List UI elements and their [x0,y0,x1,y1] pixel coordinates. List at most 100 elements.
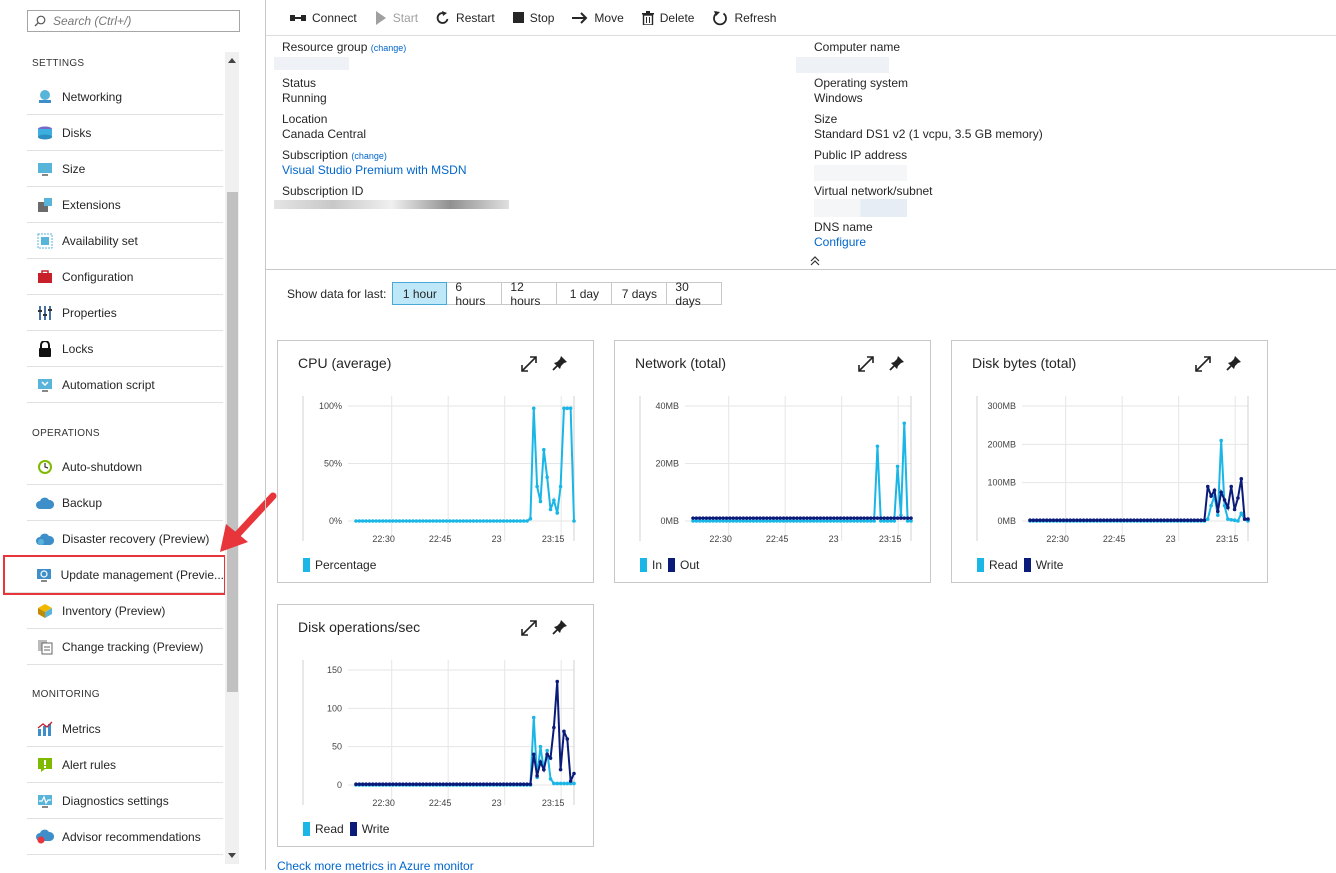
sidebar-item-auto-shutdown[interactable]: Auto-shutdown [27,449,223,485]
search-input[interactable]: Search (Ctrl+/) [27,10,240,32]
legend-label: Write [361,822,390,836]
dns-configure-link[interactable]: Configure [814,235,873,249]
stop-button[interactable]: Stop [512,11,554,25]
subscription-change-link[interactable]: (change) [351,151,387,161]
sidebar-item-alert-rules[interactable]: Alert rules [27,747,223,783]
scrollbar-thumb[interactable] [227,192,238,692]
legend-item[interactable]: Out [668,558,699,572]
location-label: Location [282,112,328,126]
sidebar-item-metrics[interactable]: Metrics [27,711,223,747]
network-chart-tile[interactable]: Network (total) 40MB 20MB 0MB 22:30 22:45 23 23… [614,340,931,583]
size-label: Size [814,112,838,126]
data-point [1209,494,1213,498]
data-point [367,519,372,523]
data-point [424,782,429,787]
disk-operations-chart-tile[interactable]: Disk operations/sec 150 100 50 0 22:30 22:45 23… [277,604,594,847]
cpu-chart-tile[interactable]: CPU (average) 100% 50% 0% 22:30 22:45 23 23:15 P… [277,340,594,583]
sidebar-item-availability-set[interactable]: Availability set [27,223,223,259]
resource-group-change-link[interactable]: (change) [371,43,407,53]
data-point [474,782,479,787]
legend-item[interactable]: Write [349,822,390,836]
start-button[interactable]: Start [375,10,418,25]
time-range-7-days[interactable]: 7 days [612,282,668,305]
collapse-chevron-icon[interactable] [810,256,820,266]
data-point [1232,507,1237,512]
data-point [1165,518,1170,523]
sidebar-item-inventory-preview[interactable]: Inventory (Preview) [27,593,223,629]
data-point [1199,518,1203,523]
data-point [858,516,863,520]
azure-monitor-link[interactable]: Check more metrics in Azure monitor [277,859,474,873]
sidebar-item-update-management-previe[interactable]: Update management (Previe... [3,555,226,595]
move-button[interactable]: Move [572,11,624,25]
y-tick-label: 0% [329,516,342,526]
sidebar-item-properties[interactable]: Properties [27,295,223,331]
networking-icon [35,89,55,105]
search-placeholder: Search (Ctrl+/) [53,14,132,28]
sidebar-item-label: Diagnostics settings [62,793,169,808]
time-range-1-day[interactable]: 1 day [557,282,613,305]
delete-button[interactable]: Delete [641,10,694,25]
time-range-1-hour[interactable]: 1 hour [392,282,448,305]
disk-bytes-chart-tile[interactable]: Disk bytes (total) 300MB 200MB 100MB 0MB 22:3… [951,340,1268,583]
data-point [538,744,543,749]
data-point [438,519,442,523]
data-point [377,519,382,523]
refresh-button[interactable]: Refresh [712,10,776,26]
legend-label: Read [315,822,344,836]
data-point [545,752,549,757]
size-icon [35,161,55,177]
sidebar-item-label: Backup [62,495,103,510]
connect-button[interactable]: Connect [290,11,357,25]
data-point [1028,518,1032,523]
sidebar-item-backup[interactable]: Backup [27,485,223,521]
data-point [558,484,563,489]
sidebar-item-networking[interactable]: Networking [27,79,223,115]
data-point [889,516,893,520]
sidebar-item-automation-script[interactable]: Automation script [27,367,223,403]
restart-button[interactable]: Restart [436,10,495,25]
legend-item[interactable]: Percentage [303,558,376,572]
series-line-read [1030,440,1249,523]
sidebar-item-disaster-recovery-preview[interactable]: Disaster recovery (Preview) [27,521,223,557]
data-point [407,782,412,787]
time-range-30-days[interactable]: 30 days [667,280,723,308]
data-point [555,781,560,786]
sidebar-scrollbar[interactable] [225,52,239,864]
x-tick-label: 22:45 [429,798,452,808]
sidebar-item-change-tracking-preview[interactable]: Change tracking (Preview) [27,629,223,665]
scroll-down-icon[interactable] [228,853,236,858]
sidebar-item-configuration[interactable]: Configuration [27,259,223,295]
data-point [825,516,829,520]
redacted-value [796,57,889,73]
subscription-link[interactable]: Visual Studio Premium with MSDN [282,163,467,177]
legend-item[interactable]: In [640,558,662,572]
data-point [1172,518,1177,523]
data-point [384,519,388,523]
sidebar-item-label: Disaster recovery (Preview) [62,531,210,546]
sidebar-item-diagnostics-settings[interactable]: Diagnostics settings [27,783,223,819]
sidebar-item-locks[interactable]: Locks [27,331,223,367]
time-range-12-hours[interactable]: 12 hours [502,280,558,308]
data-point [552,498,556,503]
data-point [852,516,856,520]
sidebar-item-size[interactable]: Size [27,151,223,187]
scroll-up-icon[interactable] [228,58,236,63]
vnet-label: Virtual network/subnet [814,184,933,198]
sidebar-item-label: Advisor recommendations [62,829,201,844]
x-tick-label: 22:30 [709,534,732,544]
legend-item[interactable]: Write [1023,558,1063,572]
time-range-6-hours[interactable]: 6 hours [447,280,503,308]
data-point [1061,518,1066,523]
y-tick-label: 100MB [987,478,1016,488]
data-point [387,782,392,787]
sidebar-item-label: Availability set [62,233,138,248]
sidebar-item-disks[interactable]: Disks [27,115,223,151]
legend-item[interactable]: Read [977,558,1018,572]
legend-item[interactable]: Read [303,822,344,836]
sidebar-item-advisor-recommendations[interactable]: Advisor recommendations [27,819,223,855]
data-point [518,782,523,787]
status-field: Status Running [282,76,327,105]
data-point [451,782,456,787]
sidebar-item-extensions[interactable]: Extensions [27,187,223,223]
